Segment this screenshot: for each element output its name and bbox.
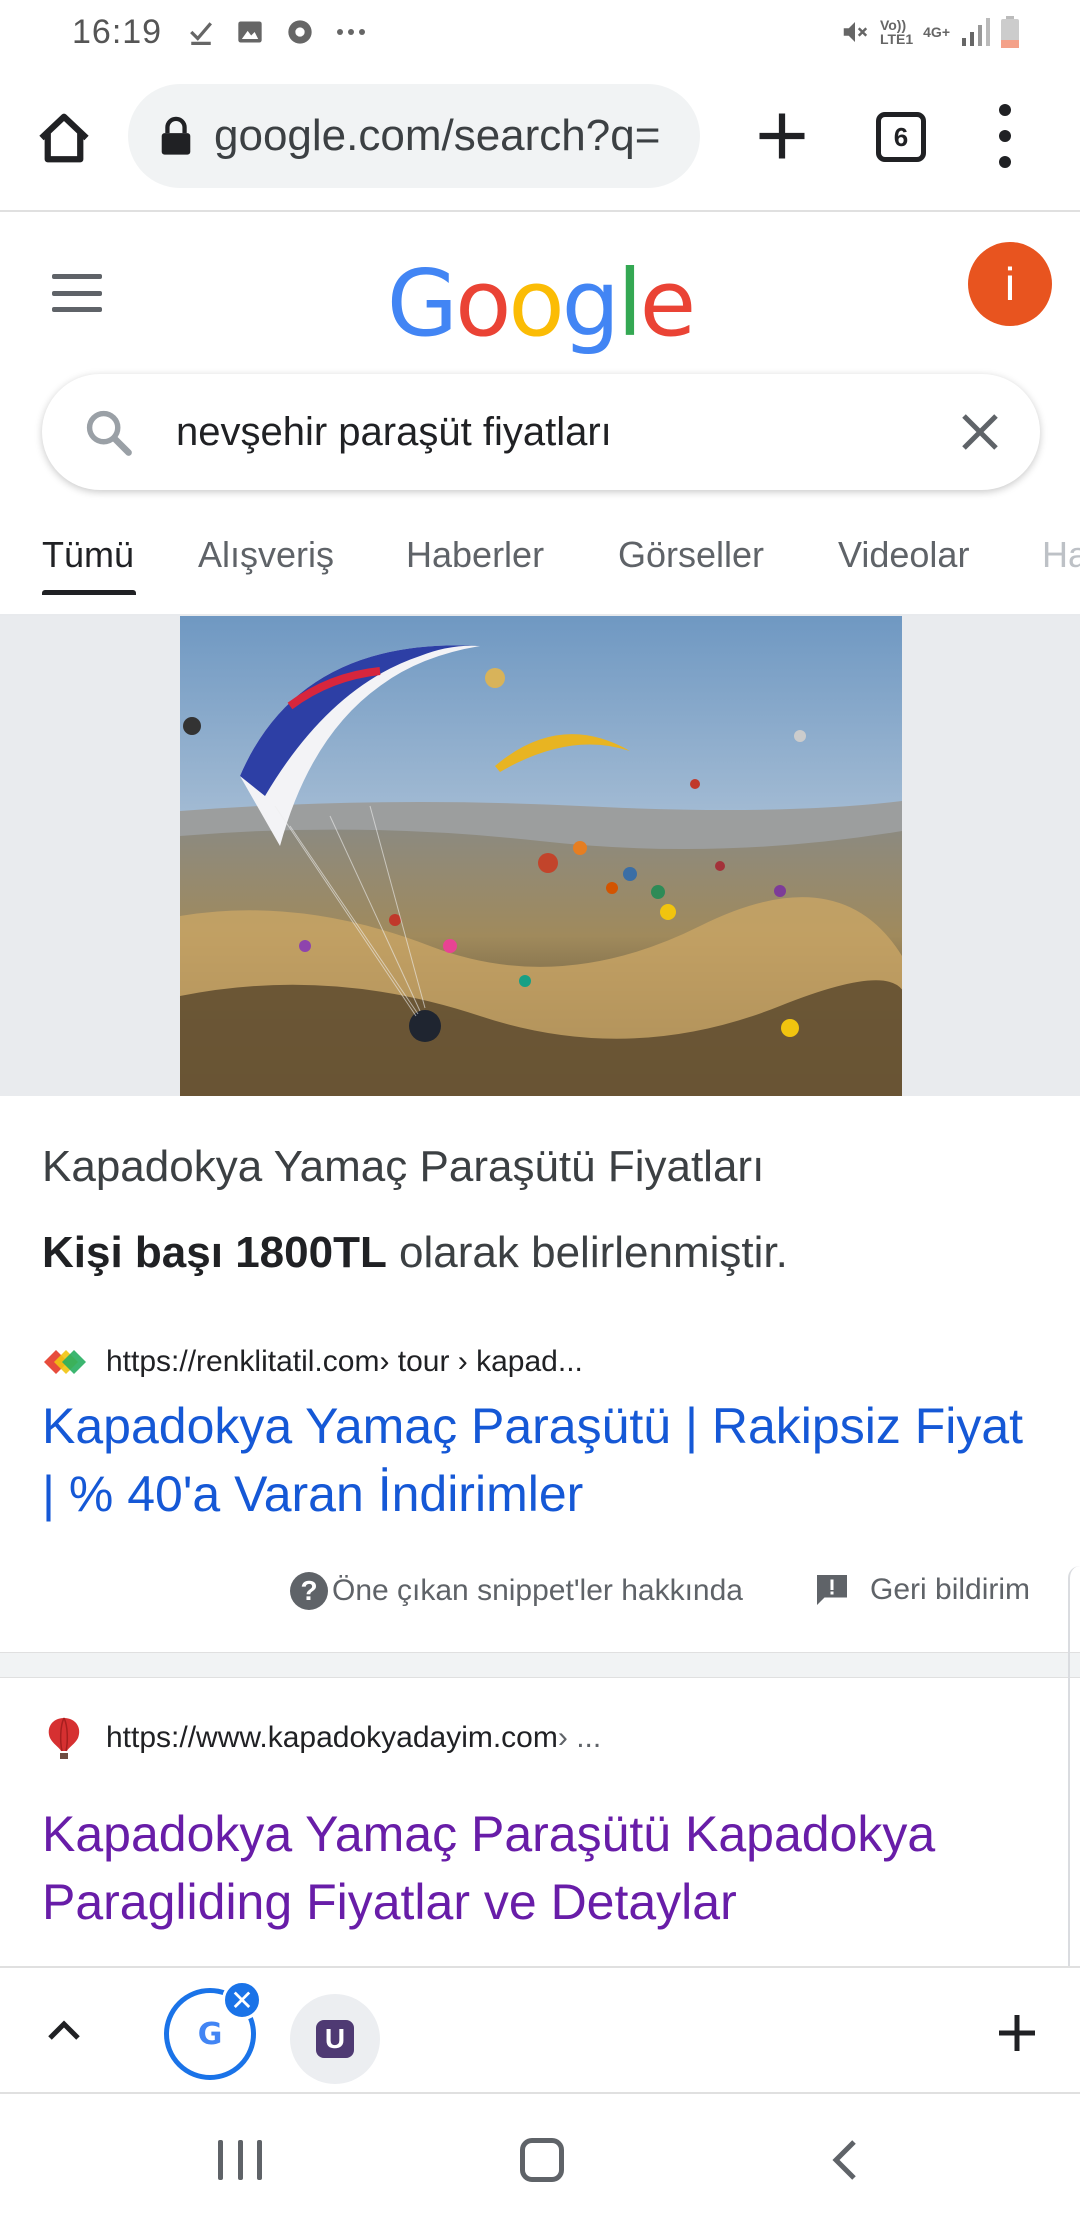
signal-icon: [962, 18, 990, 46]
google-header: Google i: [0, 212, 1080, 372]
chevron-up-icon[interactable]: [44, 2010, 84, 2050]
feedback-label: Geri bildirim: [870, 1573, 1031, 1606]
google-logo[interactable]: Google: [0, 250, 1080, 357]
hot-air-balloon-favicon: [48, 1717, 80, 1759]
snippet-source-url: https://renklitatil.com: [106, 1345, 380, 1378]
notification-icons: [188, 18, 366, 46]
address-bar[interactable]: google.com/search?q=: [128, 84, 700, 188]
system-icons: Vo)) LTE1 4G+: [840, 16, 1020, 48]
snippet-source-path: › tour › kapad...: [379, 1345, 583, 1378]
result-source[interactable]: https://www.kapadokyadayim.com › ...: [42, 1716, 601, 1760]
snippet-heading: Kapadokya Yamaç Paraşütü Fiyatları: [42, 1142, 765, 1191]
close-tab-icon[interactable]: ✕: [222, 1980, 262, 2020]
url-text: google.com/search?q=: [214, 111, 661, 160]
tab-shopping[interactable]: Alışveriş: [198, 534, 334, 576]
account-avatar[interactable]: i: [968, 242, 1052, 326]
mute-icon: [843, 22, 868, 42]
clear-icon[interactable]: [958, 410, 1002, 454]
result-title[interactable]: Kapadokya Yamaç Paraşütü Kapadokya Parag…: [42, 1800, 1042, 1936]
volte-indicator: Vo)) LTE1: [879, 17, 914, 47]
result-path: › ...: [557, 1721, 602, 1754]
results-separator: [0, 1652, 1080, 1678]
battery-icon: [1001, 16, 1019, 48]
lock-icon: [161, 116, 191, 155]
about-snippets-link[interactable]: ? Öne çıkan snippet'ler hakkında: [290, 1572, 743, 1610]
search-input[interactable]: nevşehir paraşüt fiyatları: [176, 410, 612, 455]
tab-more[interactable]: Ha: [1042, 534, 1080, 576]
browser-toolbar: google.com/search?q= 6: [0, 64, 1080, 212]
system-navigation-bar: [0, 2094, 1080, 2220]
more-notifications-icon: [337, 29, 366, 35]
tab-group-strip: G ✕ U: [0, 1966, 1080, 2094]
u-favicon: U: [316, 2020, 354, 2058]
about-snippets-label: Öne çıkan snippet'ler hakkında: [332, 1574, 743, 1607]
feedback-icon: [817, 1575, 847, 1605]
download-done-icon: [190, 22, 213, 45]
overflow-menu-icon[interactable]: [990, 104, 1020, 168]
tab-chip-u[interactable]: U: [290, 1994, 380, 2084]
tab-switcher-button[interactable]: 6: [876, 112, 926, 162]
featured-image[interactable]: [180, 616, 902, 1096]
home-icon[interactable]: [34, 108, 94, 168]
snippet-answer: Kişi başı 1800TL olarak belirlenmiştir.: [42, 1228, 788, 1278]
search-icon[interactable]: [82, 406, 134, 458]
gallery-icon: [238, 21, 262, 43]
tab-all[interactable]: Tümü: [42, 534, 134, 576]
new-tab-icon[interactable]: [752, 106, 812, 166]
card-edge: [1068, 1566, 1080, 1968]
search-box[interactable]: nevşehir paraşüt fiyatları: [42, 374, 1040, 490]
network-type: 4G+: [923, 24, 950, 40]
featured-image-band: [0, 616, 1080, 1096]
chrome-icon: [288, 20, 312, 44]
snippet-answer-bold: Kişi başı 1800TL: [42, 1228, 387, 1277]
snippet-source[interactable]: https://renklitatil.com › tour › kapad..…: [42, 1340, 583, 1384]
renklitatil-favicon: [44, 1350, 86, 1374]
feedback-link[interactable]: Geri bildirim: [814, 1572, 1030, 1608]
status-bar: 16:19 Vo)) LTE1 4G+: [0, 0, 1080, 64]
google-favicon: G: [197, 2016, 223, 2052]
search-tabs: Tümü Alışveriş Haberler Görseller Videol…: [0, 520, 1080, 616]
snippet-footer: ? Öne çıkan snippet'ler hakkında Geri bi…: [0, 1568, 1080, 1622]
help-icon: ?: [290, 1572, 328, 1610]
result-url: https://www.kapadokyadayim.com: [106, 1721, 558, 1754]
tab-news[interactable]: Haberler: [406, 534, 544, 576]
status-time: 16:19: [72, 12, 163, 51]
tab-images[interactable]: Görseller: [618, 534, 764, 576]
active-tab-indicator: [42, 590, 136, 595]
snippet-result-title[interactable]: Kapadokya Yamaç Paraşütü | Rakipsiz Fiya…: [42, 1392, 1042, 1528]
back-icon[interactable]: [826, 2138, 866, 2182]
snippet-answer-rest: olarak belirlenmiştir.: [386, 1228, 788, 1277]
add-tab-icon[interactable]: [996, 2012, 1038, 2054]
tab-videos[interactable]: Videolar: [838, 534, 969, 576]
recents-icon[interactable]: [218, 2140, 262, 2180]
home-nav-icon[interactable]: [520, 2138, 564, 2182]
